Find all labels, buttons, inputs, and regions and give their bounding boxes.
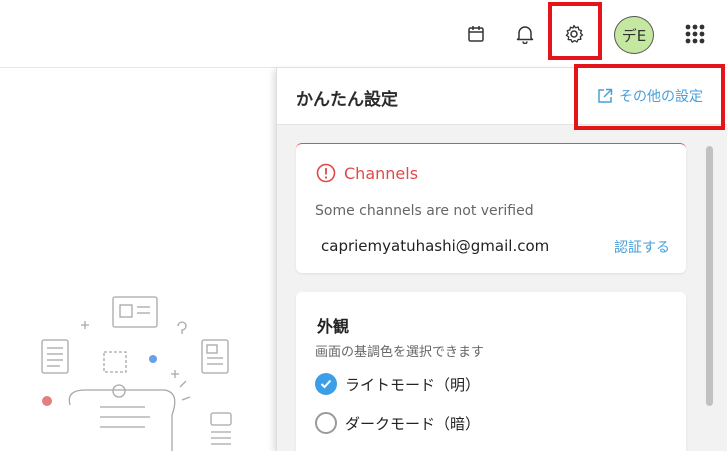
channels-title-text: Channels [344,163,419,183]
appearance-card: 外観 画面の基調色を選択できます ライトモード（明） ダークモード（暗） [296,292,686,451]
panel-title: かんたん設定 [296,90,398,110]
empty-state-illustration [30,285,260,451]
warning-icon [316,163,336,183]
radio-checked-icon[interactable] [315,373,337,395]
apps-grid-icon[interactable] [680,19,710,49]
verify-link[interactable]: 認証する [614,237,670,257]
channels-card: Channels Some channels are not verified … [296,143,686,273]
light-mode-option[interactable]: ライトモード（明） [315,373,480,395]
dark-mode-option[interactable]: ダークモード（暗） [315,412,480,434]
more-settings-highlight-box [574,64,725,130]
channels-description: Some channels are not verified [315,203,534,219]
light-mode-label: ライトモード（明） [345,375,481,394]
channels-title: Channels [316,163,418,183]
avatar-initials: デE [621,26,647,45]
scrollbar-thumb[interactable] [706,146,713,406]
top-bar: デE [0,0,727,68]
calendar-icon[interactable] [461,19,491,49]
appearance-title: 外観 [317,317,350,336]
bell-icon[interactable] [510,19,540,49]
avatar[interactable]: デE [614,16,654,54]
radio-unchecked-icon[interactable] [315,412,337,434]
appearance-description: 画面の基調色を選択できます [315,345,485,360]
channel-email: capriemyatuhashi@gmail.com [321,237,550,255]
gear-highlight-box [548,2,602,60]
dark-mode-label: ダークモード（暗） [345,414,481,433]
